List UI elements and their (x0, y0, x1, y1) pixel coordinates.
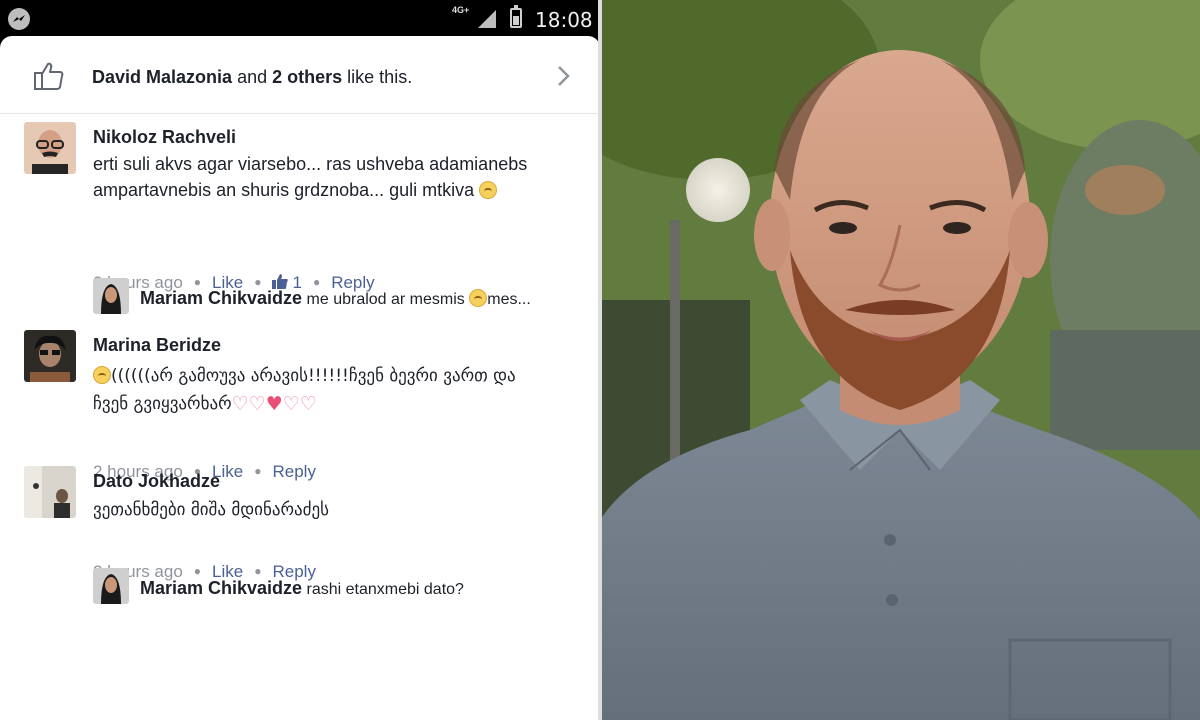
liker-name: David Malazonia (92, 67, 233, 87)
comment-item: Marina Beridze ((((((არ გამოუვა არავის!!… (0, 330, 600, 481)
heart-emoji-icon: ♡ (231, 393, 249, 415)
heart-emoji-icon: ♡ (299, 393, 317, 415)
reply-item[interactable]: Mariam Chikvaidze rashi etanxmebi dato? (0, 568, 600, 608)
reply-item[interactable]: Mariam Chikvaidze me ubralod ar mesmis m… (0, 278, 600, 318)
sad-face-emoji-icon (93, 366, 111, 384)
avatar[interactable] (24, 122, 76, 174)
reply-author[interactable]: Mariam Chikvaidze (140, 288, 302, 308)
comment-text-body: erti suli akvs agar viarsebo... ras ushv… (93, 154, 528, 200)
status-time: 18:08 (535, 8, 593, 32)
reply-text: Mariam Chikvaidze rashi etanxmebi dato? (140, 578, 464, 599)
comment-item: Nikoloz Rachveli erti suli akvs agar via… (0, 122, 600, 302)
likes-and: and (237, 67, 268, 87)
portrait-photo (600, 0, 1200, 720)
thumbs-up-outline-icon (34, 62, 64, 90)
sad-face-emoji-icon (469, 289, 488, 307)
sad-face-emoji-icon (479, 181, 498, 199)
comment-text: erti suli akvs agar viarsebo... ras ushv… (93, 151, 553, 203)
chevron-right-icon[interactable] (556, 64, 572, 88)
avatar[interactable] (24, 330, 76, 382)
likes-others: 2 others (272, 67, 343, 87)
heart-emoji-icon: ♡ (282, 393, 300, 415)
messenger-icon (8, 8, 30, 30)
network-type: 4G+ (452, 5, 470, 15)
comment-text-body: ვეთანხმები მიშა მდინარაძეს (93, 500, 330, 520)
reply-body-suffix: mes... (487, 291, 531, 308)
comment-author[interactable]: Dato Jokhadze (93, 471, 220, 492)
image-divider (598, 0, 602, 720)
comment-item: Dato Jokhadze ვეთანხმები მიშა მდინარაძეს… (0, 466, 600, 581)
avatar[interactable] (93, 568, 129, 604)
reply-body: rashi etanxmebi dato? (306, 581, 464, 598)
heart-emoji-icon: ♥ (265, 393, 283, 415)
likes-suffix: like this. (347, 67, 413, 87)
status-bar: 4G+ 18:08 (0, 0, 600, 38)
phone-screenshot: 4G+ 18:08 David Malazonia and 2 others l… (0, 0, 600, 720)
avatar[interactable] (93, 278, 129, 314)
comment-text: ((((((არ გამოუვა არავის!!!!!!ჩვენ ბევრი … (93, 362, 553, 418)
reply-text: Mariam Chikvaidze me ubralod ar mesmis m… (140, 288, 531, 309)
battery-icon (510, 5, 522, 28)
comment-text: ვეთანხმები მიშა მდინარაძეს (93, 497, 553, 523)
comment-author[interactable]: Marina Beridze (93, 335, 221, 356)
likes-text: David Malazonia and 2 others like this. (92, 67, 412, 88)
portrait-illustration (600, 0, 1200, 720)
reply-author[interactable]: Mariam Chikvaidze (140, 578, 302, 598)
signal-icon (478, 10, 496, 28)
heart-emoji-icon: ♡ (248, 393, 266, 415)
reply-body: me ubralod ar mesmis (306, 291, 465, 308)
comment-author[interactable]: Nikoloz Rachveli (93, 127, 236, 148)
comments-sheet: David Malazonia and 2 others like this. (0, 36, 600, 720)
avatar[interactable] (24, 466, 76, 518)
likes-summary[interactable]: David Malazonia and 2 others like this. (0, 36, 600, 114)
